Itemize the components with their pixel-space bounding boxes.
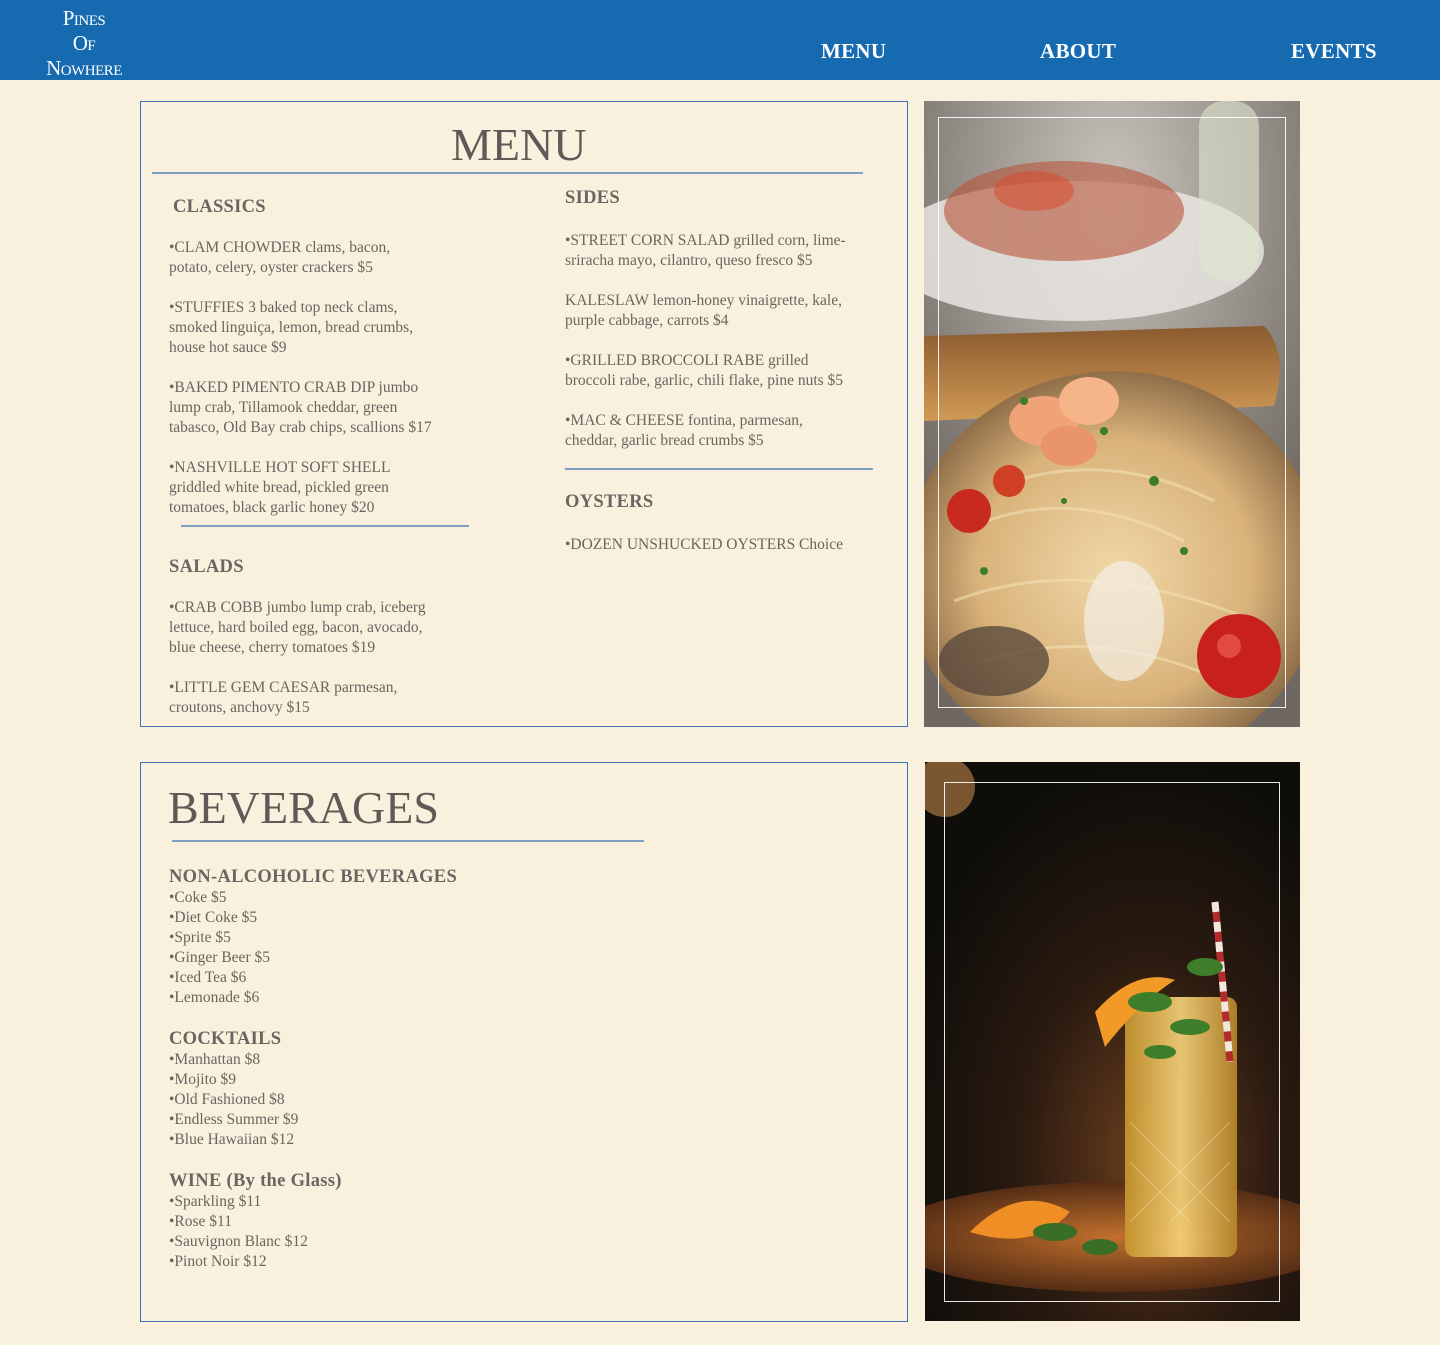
list-item: •Iced Tea $6 — [169, 969, 247, 986]
list-item: •Sparkling $11 — [169, 1193, 262, 1210]
menu-item-caesar: •LITTLE GEM CAESAR parmesan, croutons, a… — [169, 679, 398, 716]
beverages-title: BEVERAGES — [168, 782, 439, 833]
menu-item-crab-dip: •BAKED PIMENTO CRAB DIP jumbo lump crab,… — [169, 379, 432, 436]
cocktail-photo — [925, 762, 1300, 1321]
list-item: •Sprite $5 — [169, 929, 231, 946]
list-item: •Manhattan $8 — [169, 1051, 261, 1068]
section-heading-classics: CLASSICS — [173, 197, 266, 217]
menu-item-clam-chowder: •CLAM CHOWDER clams, bacon, potato, cele… — [169, 239, 391, 276]
section-heading-salads: SALADS — [169, 557, 244, 577]
menu-item-oysters: •DOZEN UNSHUCKED OYSTERS Choice — [565, 536, 843, 553]
food-menu-panel: MENU CLASSICS •CLAM CHOWDER clams, bacon… — [140, 101, 908, 727]
list-item: •Sauvignon Blanc $12 — [169, 1233, 308, 1250]
nav-link-menu[interactable]: MENU — [821, 39, 886, 64]
pasta-seafood-photo — [924, 101, 1300, 727]
sides-divider — [565, 468, 873, 470]
menu-title: MENU — [451, 119, 587, 170]
list-item: •Mojito $9 — [169, 1071, 237, 1088]
beverages-panel: BEVERAGES NON-ALCOHOLIC BEVERAGES •Coke … — [140, 762, 908, 1322]
menu-item-broccoli-rabe: •GRILLED BROCCOLI RABE grilled broccoli … — [565, 352, 844, 389]
classics-divider — [181, 525, 469, 527]
top-navbar: Pines Of Nowhere MENU ABOUT EVENTS — [0, 0, 1440, 80]
list-item: •Old Fashioned $8 — [169, 1091, 285, 1108]
menu-item-soft-shell: •NASHVILLE HOT SOFT SHELL griddled white… — [169, 459, 391, 516]
list-item: •Diet Coke $5 — [169, 909, 258, 926]
logo-line-1: Pines — [62, 6, 106, 30]
logo-line-2: Of — [72, 31, 96, 55]
section-heading-wine: WINE (By the Glass) — [169, 1171, 342, 1191]
section-heading-cocktails: COCKTAILS — [169, 1029, 282, 1049]
list-item: •Rose $11 — [169, 1213, 232, 1230]
site-logo[interactable]: Pines Of Nowhere — [30, 6, 138, 81]
list-item: •Coke $5 — [169, 889, 227, 906]
section-heading-non-alcoholic: NON-ALCOHOLIC BEVERAGES — [169, 867, 458, 887]
menu-item-stuffies: •STUFFIES 3 baked top neck clams, smoked… — [169, 299, 414, 356]
cocktails-list: •Manhattan $8 •Mojito $9 •Old Fashioned … — [169, 1050, 298, 1150]
menu-title-divider — [152, 172, 863, 174]
beverages-title-divider — [172, 840, 644, 842]
logo-line-3: Nowhere — [46, 56, 122, 80]
list-item: •Endless Summer $9 — [169, 1111, 299, 1128]
menu-item-mac-cheese: •MAC & CHEESE fontina, parmesan, cheddar… — [565, 412, 803, 449]
nav-link-events[interactable]: EVENTS — [1291, 39, 1377, 64]
nav-link-about[interactable]: ABOUT — [1040, 39, 1116, 64]
menu-item-crab-cobb: •CRAB COBB jumbo lump crab, iceberg lett… — [169, 599, 426, 656]
photo-frame-border — [944, 782, 1280, 1302]
list-item: •Blue Hawaiian $12 — [169, 1131, 295, 1148]
section-heading-sides: SIDES — [565, 188, 620, 208]
list-item: •Ginger Beer $5 — [169, 949, 270, 966]
non-alcoholic-list: •Coke $5 •Diet Coke $5 •Sprite $5 •Ginge… — [169, 888, 270, 1008]
menu-item-kaleslaw: KALESLAW lemon-honey vinaigrette, kale, … — [565, 292, 842, 329]
list-item: •Lemonade $6 — [169, 989, 260, 1006]
photo-frame-border — [938, 117, 1286, 708]
menu-item-street-corn: •STREET CORN SALAD grilled corn, lime- s… — [565, 232, 846, 269]
list-item: •Pinot Noir $12 — [169, 1253, 267, 1270]
section-heading-oysters: OYSTERS — [565, 492, 654, 512]
wine-list: •Sparkling $11 •Rose $11 •Sauvignon Blan… — [169, 1192, 308, 1272]
